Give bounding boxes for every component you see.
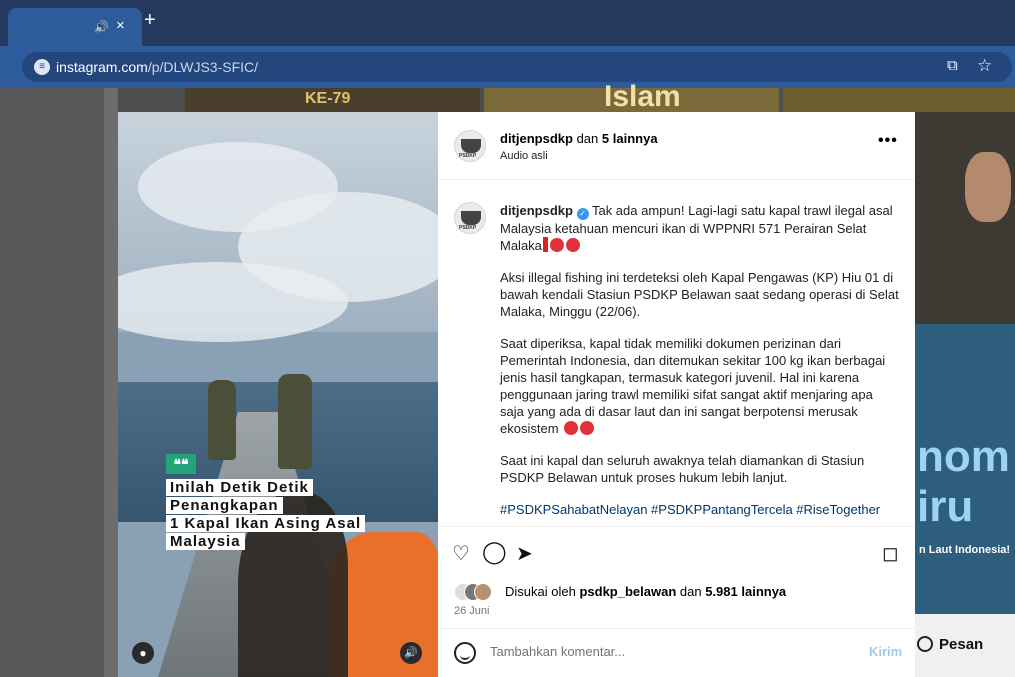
video-caption-line: 1 Kapal Ikan Asing Asal [166,515,366,532]
active-tab[interactable]: 🔊 × [8,8,142,46]
site-info-icon[interactable]: ≡ [34,59,50,75]
background-divider [104,88,118,677]
messages-button[interactable]: Pesan [915,614,1015,677]
tile-text: Islam [604,80,681,113]
caption-p3: Saat diperiksa, kapal tidak memiliki dok… [500,336,886,436]
liker-avatars[interactable] [454,583,504,601]
tagged-users-icon[interactable]: ● [132,642,154,664]
likes-count[interactable]: 5.981 lainnya [705,584,786,599]
caption-p4: Saat ini kapal dan seluruh awaknya telah… [500,453,865,485]
angry-face-emoji-icon [565,238,580,252]
post-header: PSDKP ditjenpsdkp dan 5 lainnya Audio as… [438,112,915,180]
avatar[interactable]: PSDKP [454,130,486,162]
new-tab-button[interactable]: + [144,10,156,30]
post-date[interactable]: 26 Juni [454,605,489,617]
likes-summary[interactable]: Disukai oleh psdkp_belawan dan 5.981 lai… [505,584,786,599]
background-post-tile: nom iru n Laut Indonesia! [915,324,1015,614]
video-caption-line: Penangkapan [166,497,283,514]
caption-paragraph: ditjenpsdkp ✓ Tak ada ampun! Lagi-lagi s… [500,202,900,254]
mute-toggle-icon[interactable]: 🔊 [400,642,422,664]
caption-text: ditjenpsdkp ✓ Tak ada ampun! Lagi-lagi s… [500,202,900,525]
background-sidebar [0,88,104,677]
collab-others[interactable]: 5 lainnya [602,131,658,146]
url-path: /p/DLWJS3-SFIC/ [147,59,259,75]
install-app-icon[interactable]: ⧉ [947,57,958,74]
officer-figure [208,380,236,460]
likes-prefix: Disukai oleh [505,584,576,599]
tile-text: KE-79 [305,90,351,107]
angry-face-emoji-icon [564,421,579,435]
tile-text: nom iru [917,432,1010,531]
bookmark-star-icon[interactable]: ☆ [977,56,992,76]
speaker-icon[interactable]: 🔊 [94,20,109,34]
avatar-logo-text: PSDKP [459,225,477,231]
background-post-tile: KE-79 [185,88,480,112]
audio-link[interactable]: Audio asli [500,150,548,162]
caption-scroll-area[interactable]: PSDKP ditjenpsdkp ✓ Tak ada ampun! Lagi-… [438,181,915,525]
likes-user[interactable]: psdkp_belawan [579,584,676,599]
officer-figure [278,374,312,469]
more-options-icon[interactable]: ••• [878,132,898,150]
collab-joiner: dan [576,131,599,146]
background-post-tile [783,88,1015,112]
verified-badge-icon: ✓ [576,208,589,220]
background-post-tile [915,112,1015,324]
author-name[interactable]: ditjenpsdkp [500,131,573,146]
like-heart-icon[interactable]: ♡ [452,541,470,566]
caption-p2: Aksi illegal fishing ini terdeteksi oleh… [500,270,899,319]
url-text[interactable]: instagram.com/p/DLWJS3-SFIC/ [56,59,258,75]
tab-strip: 🔊 × + [0,0,1015,46]
post-details-panel: PSDKP ditjenpsdkp dan 5 lainnya Audio as… [438,112,915,677]
messages-label: Pesan [939,636,984,653]
video-caption-line: Inilah Detik Detik [166,479,313,496]
url-host: instagram.com [56,59,148,75]
comment-icon[interactable]: ◯ [482,539,507,565]
avatar[interactable]: PSDKP [454,202,486,234]
likes-joiner: dan [679,584,702,599]
exclamation-emoji-icon [542,237,548,252]
comment-composer: Kirim [438,628,915,677]
angry-face-emoji-icon [580,421,595,435]
background-post-tile: Islam [484,80,779,113]
angry-face-emoji-icon [549,238,564,252]
ship-logo-icon [461,211,481,225]
emoji-picker-icon[interactable] [454,642,476,664]
tab-close-button[interactable]: × [116,17,125,34]
tile-text: n Laut Indonesia! [919,544,1011,556]
caption-author[interactable]: ditjenpsdkp [500,203,573,218]
ship-logo-icon [461,139,481,153]
post-comment-button[interactable]: Kirim [869,644,902,659]
comment-input[interactable] [488,643,848,660]
portrait-image [965,152,1011,222]
share-send-icon[interactable]: ➤ [516,541,533,566]
toolbar: ≡ instagram.com/p/DLWJS3-SFIC/ ⧉ ☆ [0,46,1015,88]
hashtags[interactable]: #PSDKPSahabatNelayan #PSDKPPantangTercel… [500,501,900,518]
messenger-icon [917,636,933,652]
save-bookmark-icon[interactable]: ◻ [882,541,899,566]
caption-paragraph: Saat diperiksa, kapal tidak memiliki dok… [500,335,900,437]
post-authors[interactable]: ditjenpsdkp dan 5 lainnya [500,131,658,146]
address-bar[interactable]: ≡ instagram.com/p/DLWJS3-SFIC/ ⧉ ☆ [22,52,1012,82]
post-video[interactable]: ❝❝ Inilah Detik Detik Penangkapan 1 Kapa… [118,112,438,677]
avatar-logo-text: PSDKP [459,153,477,159]
avatar [474,583,492,601]
quote-badge: ❝❝ [166,454,196,474]
video-caption-line: Malaysia [166,533,245,550]
